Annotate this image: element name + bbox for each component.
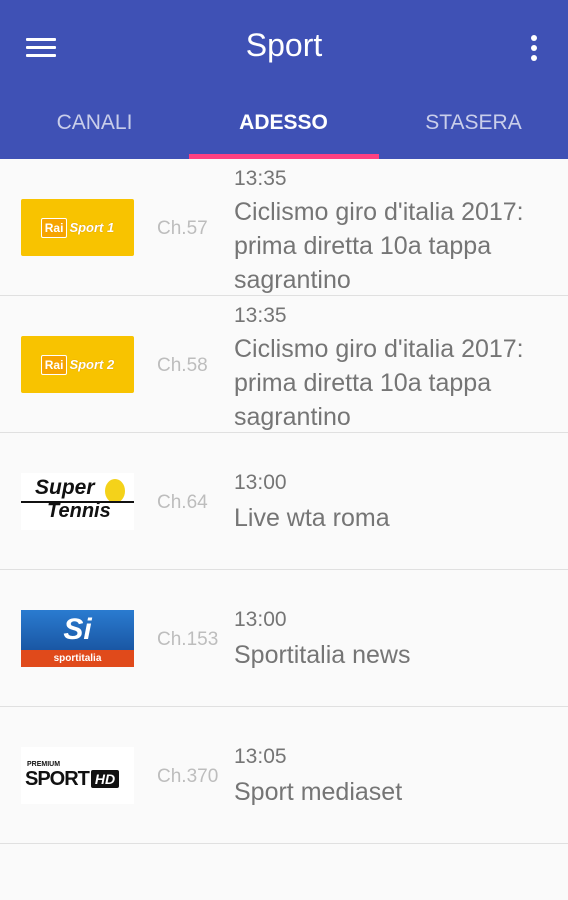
channel-number: Ch.57 (157, 218, 208, 239)
sportitalia-logo: Si sportitalia (21, 610, 134, 667)
tab-adesso[interactable]: ADESSO (189, 92, 378, 159)
program-title: Ciclismo giro d'italia 2017: prima diret… (234, 335, 524, 431)
program-title: Ciclismo giro d'italia 2017: prima diret… (234, 198, 524, 294)
channel-number: Ch.64 (157, 492, 208, 513)
list-item[interactable]: Super Tennis Ch.64 13:00 Live wta roma (0, 433, 568, 570)
rai-sport-2-logo: Rai Sport 2 (21, 336, 134, 393)
logo-mark: Si (21, 610, 134, 650)
tab-stasera[interactable]: STASERA (379, 92, 568, 159)
list-item[interactable]: Rai Sport 1 Ch.57 13:35 Ciclismo giro d'… (0, 159, 568, 296)
toolbar: Sport (0, 0, 568, 92)
channel-number: Ch.153 (157, 629, 219, 650)
logo-text: Sport 1 (69, 220, 115, 235)
page-title: Sport (245, 27, 323, 63)
logo-text: Sport 2 (69, 357, 115, 372)
channel-number: Ch.370 (157, 766, 219, 787)
hd-badge: HD (90, 770, 120, 788)
logo-text: SPORT (25, 767, 90, 790)
logo-text: sportitalia (21, 650, 134, 667)
channel-number: Ch.58 (157, 355, 208, 376)
program-time: 13:00 (234, 608, 287, 631)
program-time: 13:35 (234, 304, 287, 327)
program-title: Live wta roma (234, 504, 390, 532)
program-title: Sport mediaset (234, 778, 403, 806)
logo-text: Rai (40, 354, 68, 375)
rai-sport-1-logo: Rai Sport 1 (21, 199, 134, 256)
logo-text: PREMIUM (27, 760, 61, 768)
list-item[interactable]: PREMIUM SPORT HD Ch.370 13:05 Sport medi… (0, 707, 568, 844)
list-item[interactable]: Si sportitalia Ch.153 13:00 Sportitalia … (0, 570, 568, 707)
tab-bar: CANALI ADESSO STASERA (0, 92, 568, 159)
supertennis-logo: Super Tennis (21, 473, 134, 530)
premium-sport-hd-logo: PREMIUM SPORT HD (21, 747, 134, 804)
app-bar: Sport CANALI ADESSO STASERA (0, 0, 568, 159)
program-time: 13:00 (234, 471, 287, 494)
logo-text: Rai (40, 217, 68, 238)
tab-canali[interactable]: CANALI (0, 92, 189, 159)
overflow-menu-icon[interactable] (524, 32, 544, 64)
list-item[interactable]: Rai Sport 2 Ch.58 13:35 Ciclismo giro d'… (0, 296, 568, 433)
program-time: 13:35 (234, 167, 287, 190)
logo-text: Super (35, 476, 95, 499)
logo-text: Tennis (47, 500, 111, 522)
program-time: 13:05 (234, 745, 287, 768)
program-title: Sportitalia news (234, 641, 411, 669)
